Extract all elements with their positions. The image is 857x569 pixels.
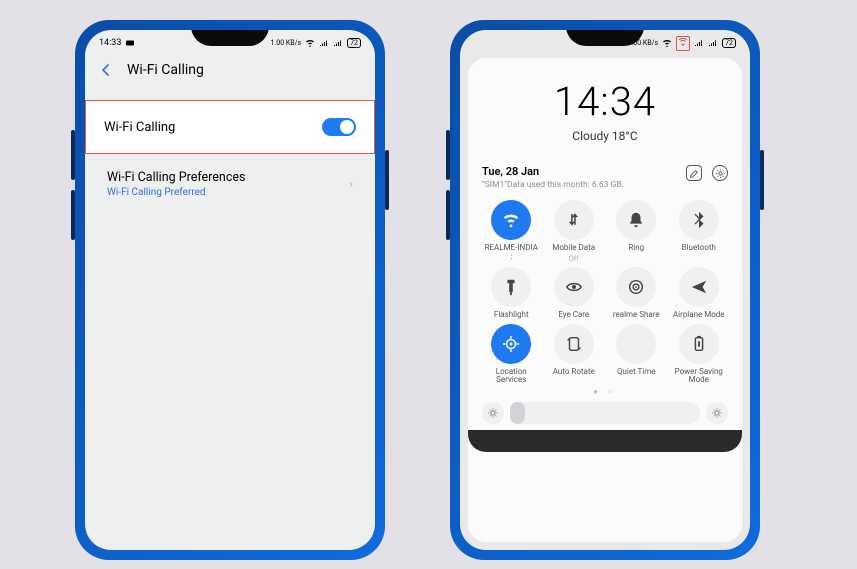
ring-icon — [616, 200, 656, 240]
wifi-icon — [491, 200, 531, 240]
battery-icon: 72 — [722, 38, 736, 48]
pref-title: Wi-Fi Calling Preferences — [107, 170, 245, 185]
tile-label: Quiet Time — [617, 368, 656, 377]
wifi-calling-toggle-row[interactable]: Wi-Fi Calling — [85, 100, 375, 154]
eye-care-icon — [554, 267, 594, 307]
tile-realme-share[interactable]: realme Share — [607, 267, 666, 320]
tile-mobile-data[interactable]: Mobile Data Off — [545, 200, 604, 263]
signal-icon — [319, 38, 329, 48]
tile-label: Auto Rotate — [553, 368, 595, 377]
mobile-data-icon — [554, 200, 594, 240]
phone-right: 4.00 KB/s 72 14:34 Cloudy 18°C Tue, 28 J… — [450, 20, 760, 560]
phone-left: 14:33 1.00 KB/s 72 Wi-Fi Calling Wi-Fi C… — [75, 20, 385, 560]
nav-bar — [468, 430, 742, 452]
wifi-icon — [662, 38, 672, 48]
tile-wifi[interactable]: REALME-INDIA : — [482, 200, 541, 263]
auto-brightness-button[interactable] — [706, 402, 728, 424]
tile-bluetooth[interactable]: Bluetooth — [670, 200, 729, 263]
quiet-time-icon — [616, 324, 656, 364]
pencil-icon — [689, 168, 700, 179]
tile-power-saving[interactable]: Power Saving Mode — [670, 324, 729, 386]
tile-label: Power Saving Mode — [671, 368, 727, 386]
tile-label: REALME-INDIA : — [483, 244, 539, 262]
battery-icon: 72 — [347, 38, 361, 48]
edit-tiles-button[interactable] — [686, 165, 702, 181]
location-icon — [491, 324, 531, 364]
auto-rotate-icon — [554, 324, 594, 364]
tile-flashlight[interactable]: Flashlight — [482, 267, 541, 320]
wifi-calling-label: Wi-Fi Calling — [104, 120, 175, 135]
data-usage: "SIM1"Data used this month: 6.63 GB. — [482, 180, 624, 190]
net-speed: 1.00 KB/s — [270, 39, 301, 47]
tile-label: Airplane Mode — [673, 311, 725, 320]
chevron-right-icon: › — [349, 177, 353, 192]
tile-label: Bluetooth — [682, 244, 716, 253]
wifi-calling-switch[interactable] — [322, 118, 356, 136]
bluetooth-icon — [679, 200, 719, 240]
status-clock: 14:33 — [99, 38, 121, 48]
brightness-slider[interactable] — [510, 402, 700, 424]
quick-settings-panel: 14:34 Cloudy 18°C Tue, 28 Jan "SIM1"Data… — [468, 58, 742, 542]
sun-icon — [487, 407, 499, 419]
pref-subtitle: Wi-Fi Calling Preferred — [107, 187, 245, 198]
signal-icon — [708, 38, 718, 48]
tile-quiet-time[interactable]: Quiet Time — [607, 324, 666, 386]
tile-label: Mobile Data — [552, 244, 595, 253]
tile-label: Eye Care — [558, 311, 589, 320]
tiles-grid: REALME-INDIA : Mobile Data Off Ring Bluetoot… — [482, 200, 728, 385]
panel-clock: 14:34 — [482, 78, 728, 125]
settings-button[interactable] — [712, 165, 728, 181]
status-bar: 14:33 1.00 KB/s 72 — [85, 30, 375, 52]
tile-location[interactable]: Location Services — [482, 324, 541, 386]
power-saving-icon — [679, 324, 719, 364]
tile-label: realme Share — [613, 311, 660, 320]
wifi-calling-pref-row[interactable]: Wi-Fi Calling Preferences Wi-Fi Calling … — [85, 164, 375, 204]
vowifi-icon — [678, 37, 688, 47]
gear-icon — [715, 168, 726, 179]
record-icon — [125, 38, 135, 48]
tile-auto-rotate[interactable]: Auto Rotate — [545, 324, 604, 386]
brightness-low-icon — [482, 402, 504, 424]
airplane-icon — [679, 267, 719, 307]
tile-label: Flashlight — [494, 311, 529, 320]
tile-airplane[interactable]: Airplane Mode — [670, 267, 729, 320]
brightness-row — [482, 402, 728, 424]
status-bar: 4.00 KB/s 72 — [460, 30, 750, 52]
realme-share-icon — [616, 267, 656, 307]
net-speed: 4.00 KB/s — [627, 39, 658, 47]
tile-label: Ring — [628, 244, 644, 253]
page-dots: ● ○ — [482, 387, 728, 396]
signal-icon — [694, 38, 704, 48]
panel-weather[interactable]: Cloudy 18°C — [482, 129, 728, 143]
wifi-icon — [305, 38, 315, 48]
tile-ring[interactable]: Ring — [607, 200, 666, 263]
header: Wi-Fi Calling — [85, 62, 375, 78]
tile-eye-care[interactable]: Eye Care — [545, 267, 604, 320]
signal-icon — [333, 38, 343, 48]
tile-label: Location Services — [483, 368, 539, 386]
panel-date: Tue, 28 Jan — [482, 165, 624, 178]
vowifi-highlight — [676, 36, 690, 51]
page-title: Wi-Fi Calling — [127, 62, 204, 78]
sun-icon — [711, 407, 723, 419]
back-icon[interactable] — [99, 62, 115, 78]
flashlight-icon — [491, 267, 531, 307]
tile-sublabel: Off — [569, 255, 579, 263]
